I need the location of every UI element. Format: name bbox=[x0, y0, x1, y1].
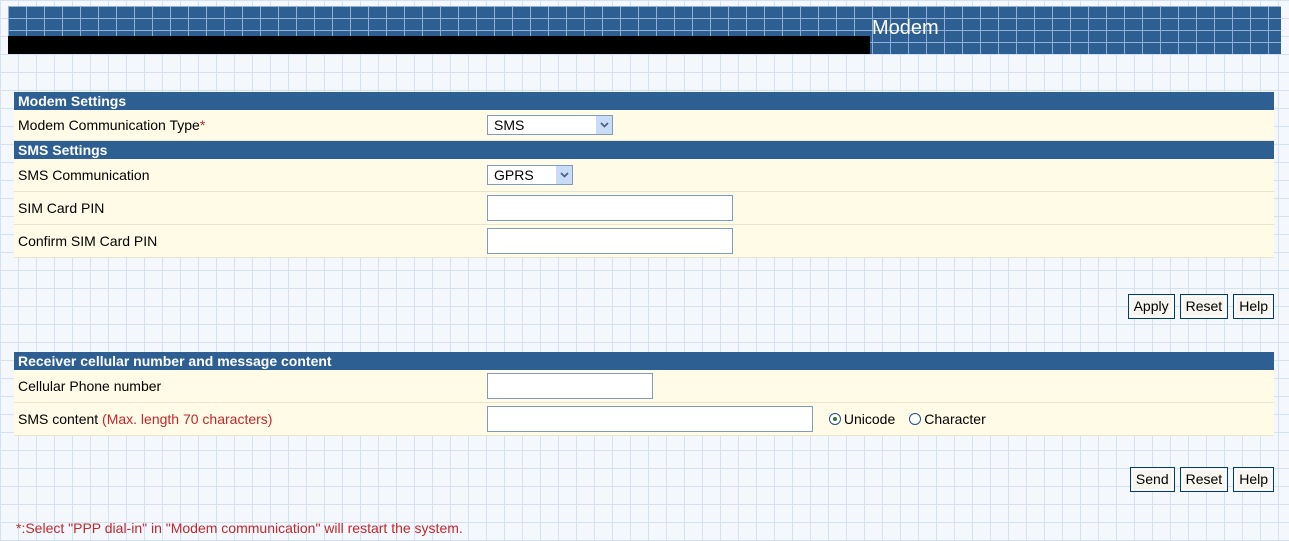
sms-settings-title: SMS Settings bbox=[14, 140, 1274, 159]
apply-button[interactable]: Apply bbox=[1127, 294, 1175, 319]
receiver-button-row: Send Reset Help bbox=[1129, 467, 1274, 492]
chevron-down-icon[interactable] bbox=[555, 166, 572, 184]
confirm-sim-pin-label: Confirm SIM Card PIN bbox=[14, 224, 483, 258]
receiver-header: Receiver cellular number and message con… bbox=[14, 352, 1274, 370]
radio-unicode-label: Unicode bbox=[843, 411, 896, 427]
required-mark: * bbox=[199, 117, 206, 133]
sms-content-value-cell: Unicode Character bbox=[483, 402, 1274, 436]
footer-note: *:Select "PPP dial-in" in "Modem communi… bbox=[16, 520, 463, 536]
receiver-title: Receiver cellular number and message con… bbox=[14, 352, 1274, 370]
sim-pin-row: SIM Card PIN bbox=[14, 191, 1274, 225]
sms-comm-select-value: GPRS bbox=[494, 167, 534, 183]
page-title: Modem bbox=[872, 17, 939, 39]
sim-pin-value-cell bbox=[483, 191, 1274, 225]
help-button[interactable]: Help bbox=[1233, 467, 1274, 492]
sms-comm-row: SMS Communication GPRS bbox=[14, 159, 1274, 192]
sim-pin-input[interactable] bbox=[487, 195, 733, 221]
help-button[interactable]: Help bbox=[1233, 294, 1274, 319]
settings-button-row: Apply Reset Help bbox=[1127, 294, 1274, 319]
reset-button[interactable]: Reset bbox=[1179, 294, 1229, 319]
sms-content-label-cell: SMS content (Max. length 70 characters) bbox=[14, 402, 483, 436]
header-bar bbox=[8, 36, 870, 54]
modem-settings-header: Modem Settings bbox=[14, 92, 1274, 110]
send-button[interactable]: Send bbox=[1129, 467, 1175, 492]
confirm-sim-pin-value-cell bbox=[483, 224, 1274, 258]
comm-type-label-cell: Modem Communication Type* bbox=[14, 110, 483, 141]
phone-row: Cellular Phone number bbox=[14, 370, 1274, 403]
radio-checked-icon[interactable] bbox=[828, 413, 841, 425]
sms-comm-value-cell: GPRS bbox=[483, 159, 1274, 192]
phone-input[interactable] bbox=[487, 373, 653, 399]
comm-type-row: Modem Communication Type* SMS bbox=[14, 110, 1274, 141]
comm-type-select-value: SMS bbox=[494, 117, 525, 133]
phone-value-cell bbox=[483, 370, 1274, 403]
sms-content-note: (Max. length 70 characters) bbox=[102, 411, 273, 427]
encoding-radio-group: Unicode Character bbox=[828, 411, 1000, 427]
confirm-sim-pin-input[interactable] bbox=[487, 228, 733, 254]
comm-type-value-cell: SMS bbox=[483, 110, 1274, 141]
modem-settings-title: Modem Settings bbox=[14, 92, 1274, 110]
sim-pin-label: SIM Card PIN bbox=[14, 191, 483, 225]
comm-type-select[interactable]: SMS bbox=[487, 115, 613, 135]
sms-comm-select[interactable]: GPRS bbox=[487, 165, 573, 185]
sms-comm-label: SMS Communication bbox=[14, 159, 483, 192]
phone-label: Cellular Phone number bbox=[14, 370, 483, 403]
comm-type-label: Modem Communication Type bbox=[18, 117, 200, 133]
page-header: Modem bbox=[8, 6, 1281, 54]
radio-unchecked-icon[interactable] bbox=[909, 413, 922, 425]
radio-character[interactable]: Character bbox=[909, 411, 986, 427]
chevron-down-icon[interactable] bbox=[595, 116, 612, 134]
modem-settings-table: Modem Settings Modem Communication Type*… bbox=[14, 92, 1274, 258]
sms-content-input[interactable] bbox=[487, 406, 813, 432]
receiver-table: Receiver cellular number and message con… bbox=[14, 352, 1274, 436]
sms-content-label: SMS content bbox=[18, 411, 99, 427]
sms-content-row: SMS content (Max. length 70 characters) … bbox=[14, 402, 1274, 436]
radio-character-label: Character bbox=[924, 411, 986, 427]
sms-settings-header: SMS Settings bbox=[14, 140, 1274, 159]
confirm-sim-pin-row: Confirm SIM Card PIN bbox=[14, 224, 1274, 258]
reset-button[interactable]: Reset bbox=[1179, 467, 1229, 492]
radio-unicode[interactable]: Unicode bbox=[828, 411, 896, 427]
